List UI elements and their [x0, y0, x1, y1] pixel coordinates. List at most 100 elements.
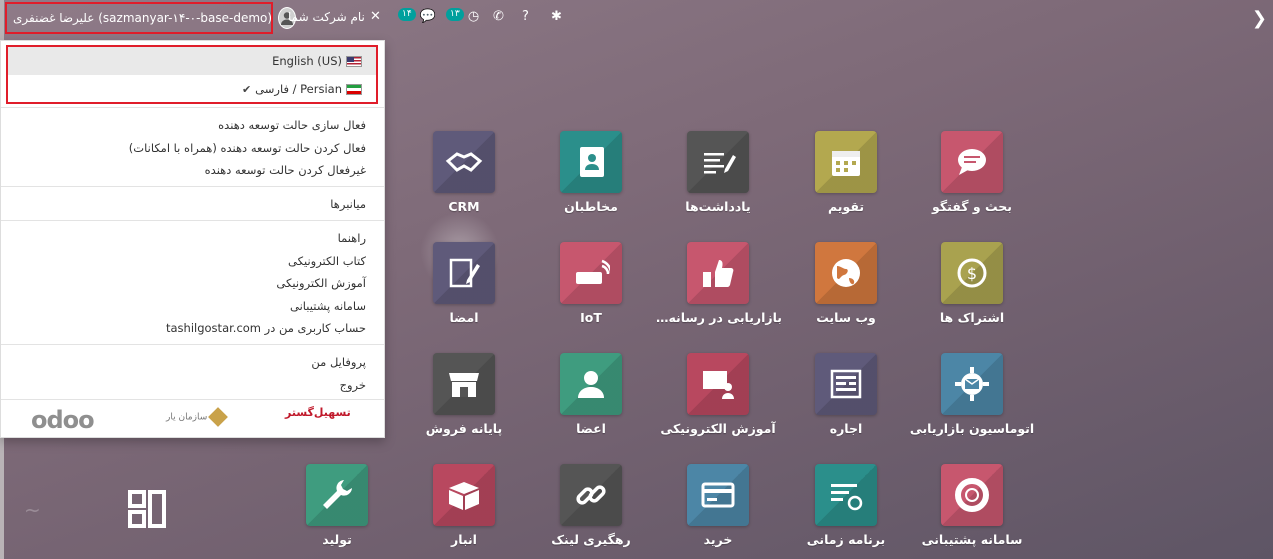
language-label: Persian / فارسی — [255, 82, 342, 96]
app-tile[interactable]: تقویم — [782, 131, 910, 214]
ebook-item[interactable]: کتاب الکترونیکی — [1, 250, 384, 273]
app-label: امضا — [449, 310, 479, 325]
shortcuts-section: میانبرها — [1, 186, 384, 216]
watermark-logo-icon — [128, 490, 166, 528]
app-label: برنامه زمانی — [806, 532, 886, 547]
app-label: اشتراک ها — [939, 310, 1005, 325]
app-label: یادداشت‌ها — [685, 199, 751, 214]
app-icon-tile — [306, 464, 368, 526]
app-tile[interactable]: IoT — [527, 242, 655, 325]
chat-bubbles-icon: 💬 — [419, 9, 436, 24]
messages-menu[interactable]: ۱۴ 💬 — [398, 8, 436, 26]
activities-count-badge: ۱۳ — [446, 8, 464, 21]
app-label: مخاطبان — [564, 199, 618, 214]
app-label: وب سایت — [816, 310, 876, 325]
lifebuoy-icon — [955, 478, 989, 512]
inventory-icon — [449, 482, 479, 510]
app-tile[interactable]: اجاره — [782, 353, 910, 436]
app-tile[interactable]: مخاطبان — [527, 131, 655, 214]
app-label: خرید — [703, 532, 733, 547]
app-icon-tile — [560, 131, 622, 193]
app-label: انبار — [451, 532, 477, 547]
app-icon-tile — [941, 464, 1003, 526]
app-icon-tile — [433, 353, 495, 415]
purchase-icon — [701, 482, 735, 508]
activities-menu[interactable]: ۱۳ ◷ — [446, 8, 479, 26]
deactivate-developer-mode[interactable]: غیرفعال کردن حالت توسعه دهنده — [1, 159, 384, 182]
app-tile[interactable]: یادداشت‌ها — [654, 131, 782, 214]
app-label: بحث و گفتگو — [932, 199, 1012, 214]
messages-count-badge: ۱۴ — [398, 8, 416, 21]
activate-developer-mode[interactable]: فعال سازی حالت توسعه دهنده — [1, 114, 384, 137]
app-icon-tile — [815, 131, 877, 193]
activate-developer-mode-assets[interactable]: فعال کردن حالت توسعه دهنده (همراه با امک… — [1, 137, 384, 160]
app-icon-tile — [941, 353, 1003, 415]
app-tile[interactable]: تولید — [273, 464, 401, 547]
language-item-english[interactable]: English (US) — [8, 47, 376, 75]
app-tile[interactable]: $ اشتراک ها — [908, 242, 1036, 325]
handshake-icon — [445, 152, 483, 172]
app-tile[interactable]: خرید — [654, 464, 782, 547]
app-tile[interactable]: بازاریابی در رسانه ها... — [654, 242, 782, 325]
globe-icon — [832, 259, 860, 287]
app-label: اجاره — [829, 421, 863, 436]
app-icon-tile — [815, 242, 877, 304]
odoo-logo: odoo — [31, 406, 95, 434]
bug-icon[interactable]: ✱ — [551, 8, 562, 26]
notes-icon — [704, 153, 736, 174]
app-tile[interactable]: وب سایت — [782, 242, 910, 325]
app-icon-tile — [815, 353, 877, 415]
check-icon: ✔ — [241, 82, 252, 96]
planning-icon — [831, 484, 863, 511]
app-icon-tile — [687, 464, 749, 526]
documentation-item[interactable]: راهنما — [1, 227, 384, 250]
chat-icon — [958, 149, 986, 175]
app-icon-tile — [433, 464, 495, 526]
app-tile[interactable]: انبار — [400, 464, 528, 547]
user-name: علیرضا غضنفری (sazmanyar-۱۴-۰-base-demo) — [13, 11, 273, 25]
app-icon-tile — [941, 131, 1003, 193]
elearning-item[interactable]: آموزش الکترونیکی — [1, 272, 384, 295]
app-tile[interactable]: سامانه پشتیبانی — [908, 464, 1036, 547]
shop-icon — [449, 373, 479, 397]
my-account-item[interactable]: حساب کاربری من در tashilgostar.com — [1, 317, 384, 340]
app-icon-tile: $ — [941, 242, 1003, 304]
partner-logos: odoo سازمان یار تسهیل‌گستر — [1, 399, 384, 437]
language-switcher: English (US) Persian / فارسی ✔ — [6, 45, 378, 104]
watermark-text: ~ — [24, 498, 41, 522]
contacts-icon — [580, 147, 604, 177]
tools-icon[interactable]: ✕ — [370, 8, 381, 26]
user-menu-toggle[interactable]: علیرضا غضنفری (sazmanyar-۱۴-۰-base-demo) — [5, 2, 297, 34]
my-profile-item[interactable]: پروفایل من — [1, 351, 384, 374]
app-label: رهگیری لینک — [551, 532, 631, 547]
app-icon-tile — [815, 464, 877, 526]
app-tile[interactable]: CRM — [400, 131, 528, 214]
help-section: راهنما کتاب الکترونیکی آموزش الکترونیکی … — [1, 220, 384, 340]
top-navbar: علیرضا غضنفری (sazmanyar-۱۴-۰-base-demo)… — [0, 0, 1273, 36]
account-section: پروفایل من خروج — [1, 344, 384, 396]
language-item-persian[interactable]: Persian / فارسی ✔ — [8, 75, 376, 103]
app-label: تقویم — [827, 199, 865, 214]
app-tile[interactable]: امضا — [400, 242, 528, 325]
app-tile[interactable]: بحث و گفتگو — [908, 131, 1036, 214]
app-tile[interactable]: اعضا — [527, 353, 655, 436]
app-label: سامانه پشتیبانی — [921, 532, 1023, 547]
company-name[interactable]: نام شرکت شما — [288, 10, 365, 24]
chevron-right-icon[interactable]: ❯ — [1252, 8, 1267, 29]
app-tile[interactable]: پایانه فروش — [400, 353, 528, 436]
help-icon[interactable]: ? — [522, 8, 529, 26]
support-item[interactable]: سامانه پشتیبانی — [1, 295, 384, 318]
phone-icon[interactable]: ✆ — [493, 8, 504, 26]
app-tile[interactable]: رهگیری لینک — [527, 464, 655, 547]
logout-item[interactable]: خروج — [1, 374, 384, 397]
clock-icon: ◷ — [467, 9, 480, 24]
sign-icon — [449, 258, 480, 288]
app-tile[interactable]: برنامه زمانی — [782, 464, 910, 547]
app-label: پایانه فروش — [425, 421, 503, 436]
user-dropdown-menu: English (US) Persian / فارسی ✔ فعال سازی… — [0, 40, 385, 438]
app-label: بازاریابی در رسانه ها... — [654, 310, 782, 325]
app-icon-tile — [687, 242, 749, 304]
shortcuts-item[interactable]: میانبرها — [1, 193, 384, 216]
app-tile[interactable]: اتوماسیون بازاریابی — [908, 353, 1036, 436]
app-tile[interactable]: آموزش الکترونیکی — [654, 353, 782, 436]
